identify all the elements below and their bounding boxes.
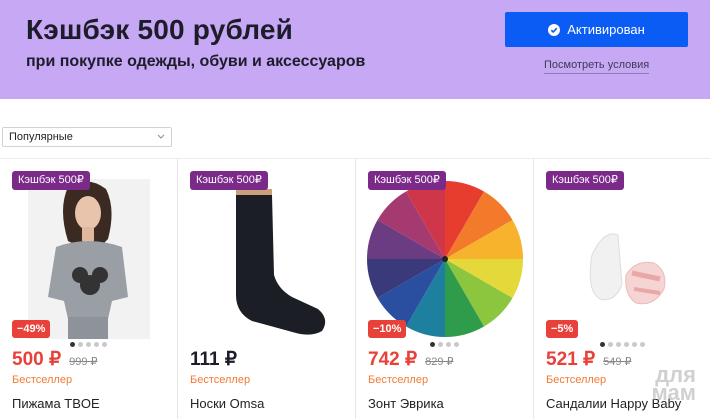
bestseller-tag: Бестселлер bbox=[368, 374, 429, 386]
cashback-badge: Кэшбэк 500₽ bbox=[368, 171, 446, 190]
cashback-banner: Кэшбэк 500 рублей при покупке одежды, об… bbox=[0, 0, 710, 99]
current-price: 521 ₽ bbox=[546, 349, 596, 370]
current-price: 742 ₽ bbox=[368, 349, 418, 370]
product-name[interactable]: Зонт Эврика bbox=[368, 396, 444, 411]
view-terms-link[interactable]: Посмотреть условия bbox=[544, 59, 650, 74]
image-carousel-dots[interactable] bbox=[600, 342, 645, 347]
discount-badge: −49% bbox=[12, 320, 51, 338]
socks-image bbox=[236, 189, 326, 335]
pajama-image bbox=[28, 179, 150, 339]
cashback-badge: Кэшбэк 500₽ bbox=[190, 171, 268, 190]
cashback-badge: Кэшбэк 500₽ bbox=[546, 171, 624, 190]
product-card-pajama[interactable]: Кэшбэк 500₽ −49% 500 ₽ 999 ₽ Бестселлер … bbox=[0, 159, 178, 419]
product-card-umbrella[interactable]: Кэшбэк 500₽ −10% 742 ₽ 829 ₽ Бестселлер … bbox=[356, 159, 534, 419]
sort-dropdown[interactable]: Популярные bbox=[2, 127, 172, 147]
carousel-dot[interactable] bbox=[86, 342, 91, 347]
carousel-dot[interactable] bbox=[446, 342, 451, 347]
carousel-dot[interactable] bbox=[640, 342, 645, 347]
old-price: 829 ₽ bbox=[425, 356, 454, 368]
chevron-down-icon bbox=[157, 134, 165, 139]
carousel-dot[interactable] bbox=[78, 342, 83, 347]
current-price: 111 ₽ bbox=[190, 349, 237, 370]
discount-badge: −5% bbox=[546, 320, 579, 338]
current-price: 500 ₽ bbox=[12, 349, 62, 370]
activated-button[interactable]: Активирован bbox=[505, 12, 688, 47]
carousel-dot[interactable] bbox=[454, 342, 459, 347]
image-carousel-dots[interactable] bbox=[70, 342, 107, 347]
old-price: 999 ₽ bbox=[69, 356, 98, 368]
price-row: 742 ₽ 829 ₽ bbox=[368, 348, 454, 371]
price-row: 521 ₽ 549 ₽ bbox=[546, 348, 632, 371]
umbrella-image bbox=[367, 181, 523, 337]
product-name[interactable]: Носки Omsa bbox=[190, 396, 264, 411]
watermark-line2: мам bbox=[651, 380, 697, 405]
sort-selected-value: Популярные bbox=[9, 131, 73, 143]
carousel-dot[interactable] bbox=[624, 342, 629, 347]
bestseller-tag: Бестселлер bbox=[12, 374, 73, 386]
price-row: 500 ₽ 999 ₽ bbox=[12, 348, 98, 371]
carousel-dot[interactable] bbox=[430, 342, 435, 347]
product-card-socks[interactable]: Кэшбэк 500₽ 111 ₽ Бестселлер Носки Omsa bbox=[178, 159, 356, 419]
carousel-dot[interactable] bbox=[102, 342, 107, 347]
banner-title: Кэшбэк 500 рублей bbox=[26, 14, 294, 45]
activated-button-label: Активирован bbox=[567, 22, 645, 37]
price-row: 111 ₽ bbox=[190, 348, 237, 371]
old-price: 549 ₽ bbox=[603, 356, 632, 368]
carousel-dot[interactable] bbox=[70, 342, 75, 347]
discount-badge: −10% bbox=[368, 320, 407, 338]
watermark: для мам bbox=[651, 364, 697, 405]
carousel-dot[interactable] bbox=[608, 342, 613, 347]
bestseller-tag: Бестселлер bbox=[546, 374, 607, 386]
cashback-badge: Кэшбэк 500₽ bbox=[12, 171, 90, 190]
carousel-dot[interactable] bbox=[438, 342, 443, 347]
banner-subtitle: при покупке одежды, обуви и аксессуаров bbox=[26, 53, 366, 70]
check-circle-icon bbox=[548, 23, 561, 36]
sandals-image bbox=[589, 233, 666, 305]
carousel-dot[interactable] bbox=[616, 342, 621, 347]
image-carousel-dots[interactable] bbox=[430, 342, 459, 347]
carousel-dot[interactable] bbox=[94, 342, 99, 347]
product-name[interactable]: Пижама TBOE bbox=[12, 396, 100, 411]
carousel-dot[interactable] bbox=[632, 342, 637, 347]
carousel-dot[interactable] bbox=[600, 342, 605, 347]
bestseller-tag: Бестселлер bbox=[190, 374, 251, 386]
